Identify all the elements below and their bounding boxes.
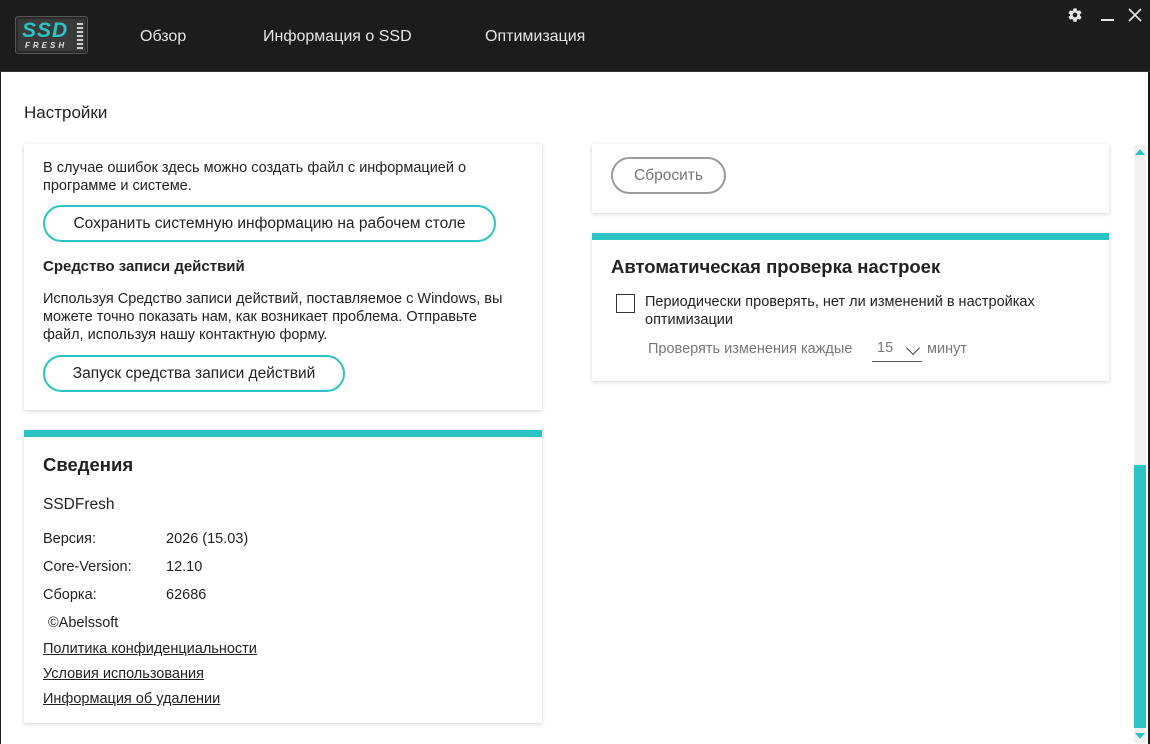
interval-prefix: Проверять изменения каждые	[648, 341, 853, 357]
periodic-check-label[interactable]: Периодически проверять, нет ли изменений…	[645, 293, 1095, 329]
recorder-title: Средство записи действий	[43, 258, 245, 275]
chevron-down-icon	[905, 340, 921, 356]
build-label: Сборка:	[43, 587, 97, 603]
auto-check-card: Автоматическая проверка настроек Периоди…	[592, 233, 1109, 381]
privacy-policy-link[interactable]: Политика конфиденциальности	[43, 641, 257, 657]
page-title: Настройки	[24, 103, 108, 122]
support-card: В случае ошибок здесь можно создать файл…	[24, 144, 542, 410]
logo-text-ssd: SSD	[22, 19, 69, 42]
scroll-down-icon[interactable]	[1134, 729, 1146, 743]
copyright: ©Abelssoft	[48, 615, 119, 631]
core-version-label: Core-Version:	[43, 559, 132, 575]
sysinfo-description: В случае ошибок здесь можно создать файл…	[43, 160, 467, 194]
title-bar: SSD FRESH Обзор Информация о SSD Оптимиз…	[0, 0, 1150, 72]
version-label: Версия:	[43, 531, 97, 547]
minimize-icon[interactable]	[1096, 4, 1118, 26]
periodic-check-checkbox[interactable]	[616, 294, 635, 313]
save-sysinfo-button[interactable]: Сохранить системную информацию на рабоче…	[43, 205, 496, 242]
nav-ssd-info[interactable]: Информация о SSD	[263, 28, 412, 46]
version-value: 2026 (15.03)	[166, 531, 249, 547]
about-card: Сведения SSDFresh Версия: 2026 (15.03) C…	[24, 430, 542, 723]
auto-check-title: Автоматическая проверка настроек	[611, 256, 941, 277]
nav-optimization[interactable]: Оптимизация	[485, 28, 585, 46]
scrollbar-thumb[interactable]	[1134, 465, 1146, 728]
scroll-up-icon[interactable]	[1134, 145, 1146, 159]
gear-icon[interactable]	[1064, 4, 1086, 26]
launch-recorder-button[interactable]: Запуск средства записи действий	[43, 355, 345, 392]
about-title: Сведения	[43, 454, 134, 475]
nav-overview[interactable]: Обзор	[140, 28, 186, 46]
recorder-description: Используя Средство записи действий, пост…	[43, 291, 503, 343]
interval-select[interactable]: 15	[872, 340, 922, 362]
logo-bars-icon	[77, 23, 83, 49]
reset-button[interactable]: Сбросить	[611, 157, 726, 194]
core-version-value: 12.10	[166, 559, 203, 575]
uninstall-info-link[interactable]: Информация об удалении	[43, 691, 220, 707]
build-value: 62686	[166, 587, 207, 603]
app-logo: SSD FRESH	[15, 16, 88, 54]
reset-card: Сбросить	[592, 144, 1109, 213]
product-name: SSDFresh	[43, 496, 115, 513]
interval-value: 15	[877, 340, 894, 356]
close-icon[interactable]	[1124, 4, 1146, 26]
terms-of-use-link[interactable]: Условия использования	[43, 666, 204, 682]
logo-text-fresh: FRESH	[25, 41, 68, 50]
window-border-left	[0, 72, 1, 744]
interval-suffix: минут	[927, 341, 967, 357]
